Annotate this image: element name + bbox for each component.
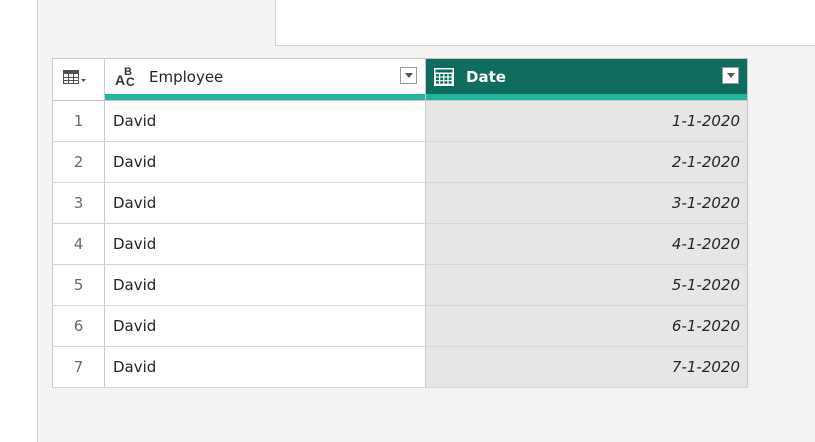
column-filter-dropdown[interactable] <box>400 67 417 84</box>
table-row[interactable]: 3 David 3-1-2020 <box>52 182 748 224</box>
cell-employee[interactable]: David <box>104 346 426 388</box>
cell-date[interactable]: 6-1-2020 <box>425 305 748 347</box>
cell-date[interactable]: 4-1-2020 <box>425 223 748 265</box>
cell-employee[interactable]: David <box>104 223 426 265</box>
date-type-icon[interactable] <box>434 68 454 86</box>
row-number: 4 <box>52 223 105 265</box>
column-filter-dropdown[interactable] <box>722 67 739 84</box>
table-menu-button[interactable] <box>52 58 105 101</box>
column-header-date[interactable]: Date <box>425 58 748 101</box>
row-number: 7 <box>52 346 105 388</box>
cell-date[interactable]: 1-1-2020 <box>425 100 748 142</box>
cell-employee[interactable]: David <box>104 264 426 306</box>
queries-pane <box>0 0 38 442</box>
table-row[interactable]: 7 David 7-1-2020 <box>52 346 748 388</box>
abc-text-type-icon[interactable]: ABC <box>115 66 139 89</box>
cell-employee[interactable]: David <box>104 182 426 224</box>
chevron-down-icon <box>404 73 413 78</box>
column-quality-bar <box>105 94 425 100</box>
cell-employee[interactable]: David <box>104 141 426 183</box>
table-row[interactable]: 1 David 1-1-2020 <box>52 100 748 142</box>
cell-date[interactable]: 7-1-2020 <box>425 346 748 388</box>
row-number: 3 <box>52 182 105 224</box>
table-icon[interactable] <box>63 70 87 84</box>
row-number: 5 <box>52 264 105 306</box>
row-number: 1 <box>52 100 105 142</box>
cell-employee[interactable]: David <box>104 305 426 347</box>
column-header-employee[interactable]: ABC Employee <box>104 58 426 101</box>
column-quality-bar <box>426 94 747 100</box>
column-header-label: Date <box>466 68 506 86</box>
row-number: 2 <box>52 141 105 183</box>
table-row[interactable]: 2 David 2-1-2020 <box>52 141 748 183</box>
cell-date[interactable]: 2-1-2020 <box>425 141 748 183</box>
row-number: 6 <box>52 305 105 347</box>
table-row[interactable]: 5 David 5-1-2020 <box>52 264 748 306</box>
table-row[interactable]: 6 David 6-1-2020 <box>52 305 748 347</box>
table-row[interactable]: 4 David 4-1-2020 <box>52 223 748 265</box>
cell-date[interactable]: 5-1-2020 <box>425 264 748 306</box>
chevron-down-icon <box>726 73 735 78</box>
cell-employee[interactable]: David <box>104 100 426 142</box>
formula-bar[interactable] <box>275 0 815 46</box>
cell-date[interactable]: 3-1-2020 <box>425 182 748 224</box>
data-grid: ABC Employee Date 1 David 1-1-2020 2 Dav… <box>52 58 748 388</box>
column-header-label: Employee <box>149 68 224 86</box>
